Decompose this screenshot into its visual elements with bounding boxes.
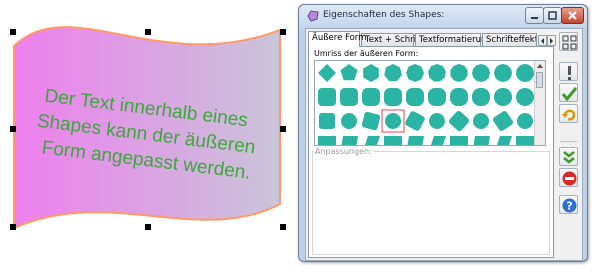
shape-gallery-grid[interactable] <box>315 61 537 145</box>
maximize-icon <box>548 11 557 20</box>
gallery-shape[interactable] <box>404 110 426 132</box>
window-client-area: Äußere Form Text + Schrift Textformatier… <box>305 28 583 261</box>
tab-outer-shape[interactable]: Äußere Form <box>308 31 366 47</box>
gallery-shape[interactable] <box>384 136 402 145</box>
maximize-button[interactable] <box>543 7 562 24</box>
resize-handle-top-left[interactable] <box>10 29 16 35</box>
gallery-shape[interactable] <box>384 64 402 82</box>
outline-label: Umriss der äußeren Form: <box>314 49 419 58</box>
gallery-shape[interactable] <box>383 111 404 132</box>
expand-button[interactable] <box>559 147 578 166</box>
shape-properties-window: Eigenschaften des Shapes: Äußere Form Te… <box>298 4 588 262</box>
attention-button[interactable] <box>559 62 578 81</box>
no-entry-icon <box>562 171 577 186</box>
gallery-shape[interactable] <box>340 136 358 145</box>
wave-shape[interactable]: Der Text innerhalb eines Shapes kann der… <box>0 0 298 272</box>
gallery-shape[interactable] <box>340 64 358 81</box>
minimize-button[interactable] <box>525 7 544 24</box>
window-title: Eigenschaften des Shapes: <box>323 10 445 20</box>
gallery-shape[interactable] <box>319 113 335 129</box>
resize-handle-right[interactable] <box>280 126 286 132</box>
gallery-shape[interactable] <box>363 64 379 82</box>
undo-arrow-icon <box>562 109 576 121</box>
adjustments-group <box>312 151 550 255</box>
minimize-icon <box>531 17 538 19</box>
close-button[interactable] <box>561 7 584 24</box>
tab-text-formatting[interactable]: Textformatierung <box>415 33 492 46</box>
resize-handle-top[interactable] <box>145 29 151 35</box>
gallery-shape[interactable] <box>362 136 380 145</box>
outer-shape-panel: Umriss der äußeren Form: Anpassungen: <box>308 46 554 258</box>
gallery-shape[interactable] <box>361 111 381 131</box>
gallery-shape[interactable] <box>470 110 493 133</box>
gallery-shape[interactable] <box>340 112 358 130</box>
gallery-shape[interactable] <box>516 88 534 106</box>
resize-handle-top-right[interactable] <box>280 29 286 35</box>
gallery-shape[interactable] <box>514 110 536 132</box>
scrollbar-thumb[interactable] <box>536 72 543 88</box>
gallery-shape[interactable] <box>318 136 336 145</box>
scroll-up-arrow-icon[interactable] <box>535 61 545 71</box>
gallery-shape[interactable] <box>450 136 468 145</box>
gallery-shape[interactable] <box>428 64 446 82</box>
apply-button[interactable] <box>559 83 578 102</box>
gallery-shape[interactable] <box>472 136 490 145</box>
gallery-shape[interactable] <box>318 88 336 106</box>
gallery-shape[interactable] <box>516 64 534 82</box>
exclamation-icon <box>568 66 571 80</box>
gallery-shape[interactable] <box>494 88 512 106</box>
gallery-shape[interactable] <box>472 64 490 82</box>
shape-gallery[interactable] <box>314 60 546 146</box>
resize-handle-bottom-left[interactable] <box>10 224 16 230</box>
gallery-shape[interactable] <box>494 64 512 82</box>
chevron-left-icon <box>541 38 544 44</box>
grid-icon <box>562 35 577 50</box>
svg-text:?: ? <box>566 200 572 213</box>
gallery-shape[interactable] <box>362 88 380 106</box>
cancel-button[interactable] <box>559 168 578 187</box>
title-bar[interactable]: Eigenschaften des Shapes: <box>299 5 587 27</box>
tab-font-effects[interactable]: Schrifteffekte <box>482 33 537 46</box>
side-toolbar: ? <box>557 29 581 258</box>
resize-handle-bottom-right[interactable] <box>280 224 286 230</box>
help-icon: ? <box>562 198 577 213</box>
tab-scroll-right-button[interactable] <box>547 35 556 46</box>
grid-layout-button[interactable] <box>559 32 578 51</box>
double-chevron-down-icon <box>563 151 575 164</box>
gallery-shape[interactable] <box>428 88 446 106</box>
resize-handle-left[interactable] <box>10 126 16 132</box>
shape-properties-icon <box>307 10 319 22</box>
gallery-shape[interactable] <box>406 88 424 106</box>
gallery-shape[interactable] <box>494 136 512 145</box>
gallery-shape[interactable] <box>384 88 402 106</box>
adjustments-label: Anpassungen: <box>314 147 373 156</box>
gallery-shape[interactable] <box>516 136 534 145</box>
gallery-shape[interactable] <box>426 110 448 132</box>
toolbar-separator <box>560 141 577 142</box>
gallery-shape[interactable] <box>406 64 424 82</box>
gallery-shape[interactable] <box>472 88 490 106</box>
gallery-shape[interactable] <box>450 64 468 82</box>
gallery-shape[interactable] <box>406 136 424 145</box>
resize-handle-bottom[interactable] <box>145 224 151 230</box>
gallery-shape[interactable] <box>448 110 471 133</box>
gallery-scrollbar[interactable] <box>534 61 545 145</box>
gallery-shape[interactable] <box>428 136 446 145</box>
drawing-canvas[interactable]: Der Text innerhalb eines Shapes kann der… <box>0 0 298 272</box>
chevron-right-icon <box>550 38 553 44</box>
close-icon <box>568 11 577 20</box>
gallery-shape[interactable] <box>450 88 468 106</box>
tab-scroll-left-button[interactable] <box>538 35 547 46</box>
help-button[interactable]: ? <box>559 195 578 214</box>
tab-text-font[interactable]: Text + Schrift <box>361 33 422 46</box>
gallery-shape[interactable] <box>340 88 358 106</box>
checkmark-icon <box>561 87 578 102</box>
gallery-shape[interactable] <box>318 64 336 82</box>
gallery-shape[interactable] <box>492 110 514 132</box>
undo-button[interactable] <box>559 104 578 123</box>
